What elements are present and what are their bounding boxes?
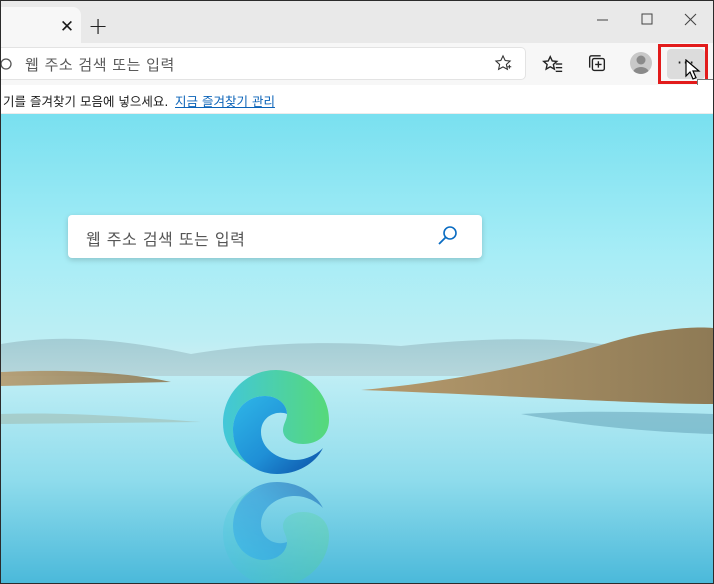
browser-window: ✕ + 웹 주소 검색 또는 입력 기를 즐겨찾기 모음에 넣으세요. 지금 즐…: [0, 0, 714, 584]
star-icon[interactable]: [494, 54, 512, 76]
background-landscape: [1, 327, 713, 583]
minimize-icon[interactable]: [591, 9, 615, 33]
new-tab-icon[interactable]: +: [87, 14, 109, 38]
toolbar: 웹 주소 검색 또는 입력 ···: [1, 43, 713, 85]
edge-logo: [223, 370, 329, 583]
close-icon[interactable]: ✕: [59, 19, 75, 36]
new-tab-search-box[interactable]: 웹 주소 검색 또는 입력: [68, 215, 482, 258]
active-tab[interactable]: ✕: [1, 7, 81, 43]
search-placeholder: 웹 주소 검색 또는 입력: [86, 230, 246, 249]
favorites-prompt-text: 기를 즐겨찾기 모음에 넣으세요.: [3, 94, 169, 109]
profile-icon[interactable]: [630, 52, 652, 74]
new-tab-page: 웹 주소 검색 또는 입력: [1, 114, 713, 583]
search-icon: [1, 56, 13, 75]
maximize-icon[interactable]: [635, 9, 659, 33]
window-close-icon[interactable]: [679, 9, 703, 33]
address-bar[interactable]: 웹 주소 검색 또는 입력: [1, 48, 525, 79]
tab-strip: ✕ +: [1, 1, 713, 43]
collections-icon[interactable]: [586, 53, 608, 75]
address-placeholder: 웹 주소 검색 또는 입력: [25, 56, 175, 74]
search-icon[interactable]: [436, 224, 460, 252]
manage-favorites-link[interactable]: 지금 즐겨찾기 관리: [175, 91, 275, 110]
favorites-prompt-bar: 기를 즐겨찾기 모음에 넣으세요. 지금 즐겨찾기 관리: [1, 85, 713, 114]
favorites-icon[interactable]: [542, 53, 564, 75]
